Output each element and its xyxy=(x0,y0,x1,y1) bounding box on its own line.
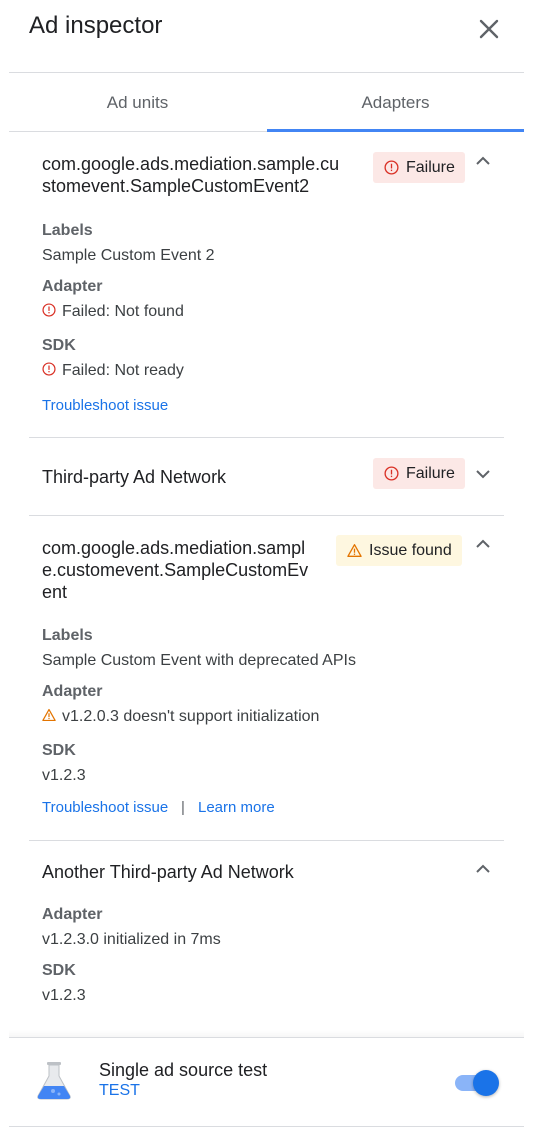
chevron-down-icon[interactable] xyxy=(473,464,493,484)
status-badge: Issue found xyxy=(336,535,462,566)
labels-value: Sample Custom Event 2 xyxy=(42,247,215,264)
adapter-name-line: ent xyxy=(42,582,68,602)
sdk-value: v1.2.3 xyxy=(42,987,86,1004)
adapter-name: Another Third-party Ad Network xyxy=(42,862,294,882)
footer-divider xyxy=(9,1037,524,1038)
adapter-name-line: stomevent.SampleCustomEvent2 xyxy=(42,176,310,196)
close-icon xyxy=(479,19,499,39)
adapter-name-line: e.customevent.SampleCustomEv xyxy=(42,560,309,580)
adapter-item[interactable]: Third-party Ad Network Failure xyxy=(29,438,504,515)
warning-icon xyxy=(347,544,362,557)
header: Ad inspector xyxy=(0,0,546,72)
tab-bar: Ad units Adapters xyxy=(9,72,524,132)
learn-more-link[interactable]: Learn more xyxy=(198,799,275,816)
error-icon xyxy=(42,362,56,376)
close-button[interactable] xyxy=(474,14,504,44)
adapter-heading: Adapter xyxy=(42,906,103,923)
sdk-heading: SDK xyxy=(42,742,76,759)
adapter-status-text: v1.2.0.3 doesn't support initialization xyxy=(62,708,320,725)
adapter-status: Failed: Not found xyxy=(42,303,184,321)
adapter-name: com.google.ads.mediation.sample.cu stome… xyxy=(42,153,372,197)
adapter-name-line: com.google.ads.mediation.sampl xyxy=(42,538,306,558)
link-separator: | xyxy=(181,799,185,816)
page-title: Ad inspector xyxy=(29,12,163,39)
adapter-item: Another Third-party Ad Network Adapter v… xyxy=(29,841,504,1026)
error-icon xyxy=(42,303,56,317)
adapter-status: v1.2.0.3 doesn't support initialization xyxy=(42,708,319,726)
sdk-status: Failed: Not ready xyxy=(42,362,184,380)
status-badge-label: Issue found xyxy=(369,542,452,559)
footer-title: Single ad source test xyxy=(99,1060,268,1080)
status-badge-label: Failure xyxy=(406,465,455,482)
adapter-name-line: com.google.ads.mediation.sample.cu xyxy=(42,154,340,174)
tab-ad-units[interactable]: Ad units xyxy=(9,73,266,132)
chevron-up-icon[interactable] xyxy=(473,534,493,554)
troubleshoot-link[interactable]: Troubleshoot issue xyxy=(42,799,168,816)
adapter-status-text: v1.2.3.0 initialized in 7ms xyxy=(42,931,221,948)
tab-selected-indicator xyxy=(267,129,524,132)
footer-bottom-divider xyxy=(9,1126,524,1127)
adapter-name: Third-party Ad Network xyxy=(42,467,227,487)
error-icon xyxy=(384,160,399,175)
adapter-heading: Adapter xyxy=(42,278,103,295)
labels-heading: Labels xyxy=(42,222,93,239)
adapter-item: com.google.ads.mediation.sampl e.custome… xyxy=(29,516,504,840)
status-badge: Failure xyxy=(373,458,465,489)
adapter-status-text: Failed: Not found xyxy=(62,303,184,320)
chevron-up-icon[interactable] xyxy=(473,151,493,171)
sdk-value: v1.2.3 xyxy=(42,767,86,784)
sdk-heading: SDK xyxy=(42,962,76,979)
flask-icon xyxy=(37,1062,71,1100)
sdk-heading: SDK xyxy=(42,337,76,354)
troubleshoot-link[interactable]: Troubleshoot issue xyxy=(42,397,168,414)
adapter-name: com.google.ads.mediation.sampl e.custome… xyxy=(42,537,337,603)
labels-value: Sample Custom Event with deprecated APIs xyxy=(42,652,356,669)
tab-adapters[interactable]: Adapters xyxy=(267,73,524,132)
error-icon xyxy=(384,466,399,481)
chevron-up-icon[interactable] xyxy=(473,859,493,879)
adapter-item: com.google.ads.mediation.sample.cu stome… xyxy=(29,143,504,437)
sdk-status-text: Failed: Not ready xyxy=(62,362,184,379)
status-badge: Failure xyxy=(373,152,465,183)
warning-icon xyxy=(42,708,56,722)
single-ad-source-test-toggle[interactable] xyxy=(453,1067,501,1097)
status-badge-label: Failure xyxy=(406,159,455,176)
labels-heading: Labels xyxy=(42,627,93,644)
adapter-heading: Adapter xyxy=(42,683,103,700)
toggle-thumb xyxy=(473,1070,499,1096)
footer-subtitle: TEST xyxy=(99,1082,140,1099)
